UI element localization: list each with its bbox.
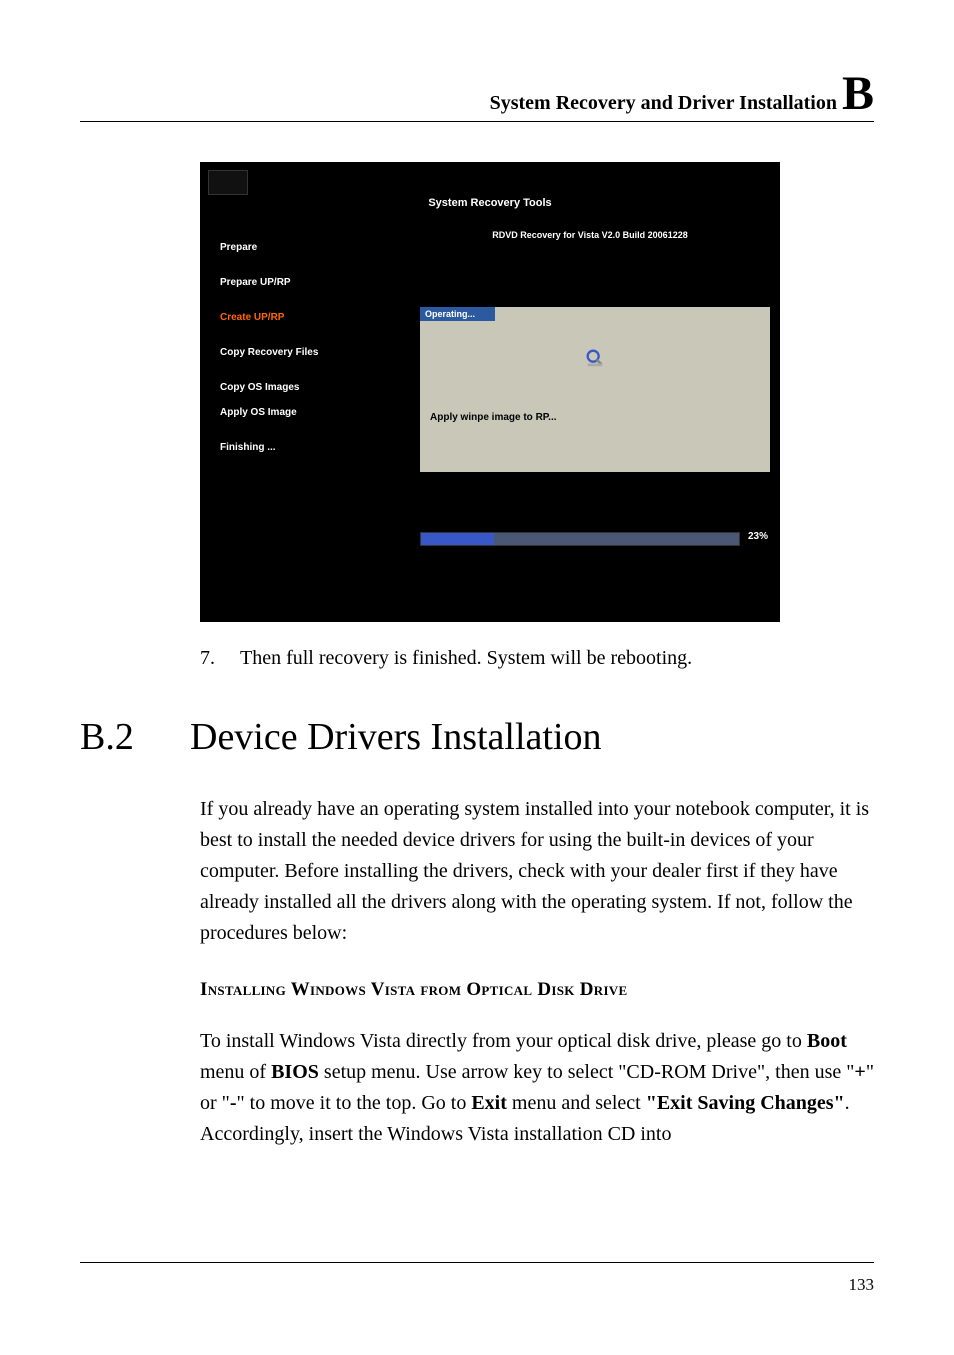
p2-t2: menu of [200,1061,271,1083]
operating-status: Apply winpe image to RP... [430,412,557,423]
operating-box: Operating... Apply winpe image to RP... [420,307,770,472]
subheading: Installing Windows Vista from Optical Di… [200,979,874,1001]
progress-bar [420,532,740,546]
p2-b3: + [854,1061,865,1083]
p2-b4: - [230,1092,237,1114]
operating-title: Operating... [420,307,495,321]
p2-b1: Boot [807,1030,847,1052]
p2-t5: " to move it to the top. Go to [237,1092,472,1114]
step-7: 7. Then full recovery is finished. Syste… [200,647,874,670]
screenshot-title: System Recovery Tools [200,197,780,209]
screenshot-version: RDVD Recovery for Vista V2.0 Build 20061… [420,230,760,240]
step-text: Then full recovery is finished. System w… [240,647,692,670]
p2-t3: setup menu. Use arrow key to select "CD-… [319,1061,855,1083]
page-header: System Recovery and Driver Installation … [80,70,874,122]
step-copy-recovery: Copy Recovery Files [220,347,400,358]
p2-b5: Exit [471,1092,507,1114]
paragraph-intro: If you already have an operating system … [200,794,874,949]
p2-t6: menu and select [507,1092,646,1114]
progress-fill [421,533,494,545]
p2-b2: BIOS [271,1061,319,1083]
recovery-screenshot: System Recovery Tools RDVD Recovery for … [200,162,780,622]
paragraph-install: To install Windows Vista directly from y… [200,1026,874,1150]
header-letter: B [842,67,874,120]
step-prepare: Prepare [220,242,400,253]
step-finishing: Finishing ... [220,442,400,453]
section-heading: B.2 Device Drivers Installation [80,715,874,759]
step-number: 7. [200,647,240,670]
section-number: B.2 [80,715,160,759]
p2-b6: "Exit Saving Changes" [646,1092,845,1114]
step-list: Prepare Prepare UP/RP Create UP/RP Copy … [220,242,400,477]
search-icon [584,347,606,369]
page-footer: 133 [80,1262,874,1295]
window-control-decor [208,170,248,195]
progress-percent: 23% [748,531,768,542]
page-number: 133 [849,1275,875,1294]
header-text: System Recovery and Driver Installation [490,92,842,114]
step-prepare-uprp: Prepare UP/RP [220,277,400,288]
step-create-uprp: Create UP/RP [220,312,400,323]
p2-t1: To install Windows Vista directly from y… [200,1030,807,1052]
step-copy-os: Copy OS Images [220,382,400,393]
section-title: Device Drivers Installation [190,715,874,759]
step-apply-os: Apply OS Image [220,407,400,418]
